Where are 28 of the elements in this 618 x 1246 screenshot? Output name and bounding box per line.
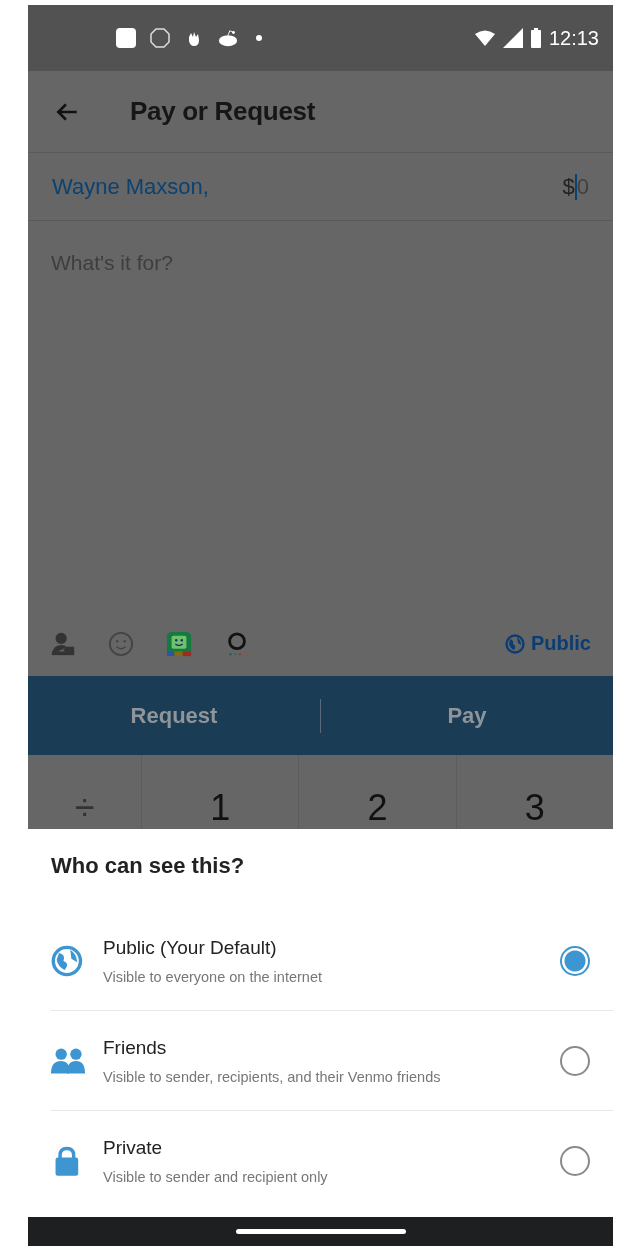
privacy-option[interactable]: Public (Your Default) Visible to everyone on the internet bbox=[51, 911, 613, 1010]
smiley-icon[interactable] bbox=[108, 630, 134, 657]
globe-icon bbox=[51, 944, 85, 977]
wifi-icon bbox=[474, 28, 495, 48]
privacy-option[interactable]: Private Visible to sender and recipient only bbox=[51, 1110, 613, 1210]
sticker-icon[interactable] bbox=[166, 630, 192, 657]
home-handle[interactable] bbox=[235, 1229, 406, 1234]
sheet-title: Who can see this? bbox=[51, 853, 246, 879]
recipient-name[interactable]: Wayne Maxson, bbox=[52, 173, 209, 200]
option-description: Visible to sender, recipients, and their Venmo friends bbox=[103, 1068, 442, 1085]
dot-icon bbox=[256, 35, 262, 41]
radio-button[interactable] bbox=[560, 945, 590, 976]
screen-title: Pay or Request bbox=[130, 96, 316, 127]
clock: 12:13 bbox=[548, 26, 599, 50]
person-tag-icon[interactable] bbox=[50, 630, 76, 657]
option-description: Visible to sender and recipient only bbox=[103, 1168, 329, 1185]
audience-button[interactable]: Public bbox=[505, 632, 591, 655]
radio-button[interactable] bbox=[560, 1045, 590, 1076]
option-description: Visible to everyone on the internet bbox=[103, 968, 323, 985]
radio-button[interactable] bbox=[560, 1145, 590, 1176]
octagon-icon bbox=[150, 28, 170, 48]
globe-icon bbox=[505, 633, 525, 654]
signal-icon bbox=[502, 28, 523, 48]
option-title: Public (Your Default) bbox=[103, 936, 278, 959]
privacy-option[interactable]: Friends Visible to sender, recipients, and their Venmo friends bbox=[51, 1010, 613, 1110]
option-title: Friends bbox=[103, 1036, 168, 1059]
option-title: Private bbox=[103, 1136, 164, 1159]
battery-icon bbox=[530, 28, 541, 48]
